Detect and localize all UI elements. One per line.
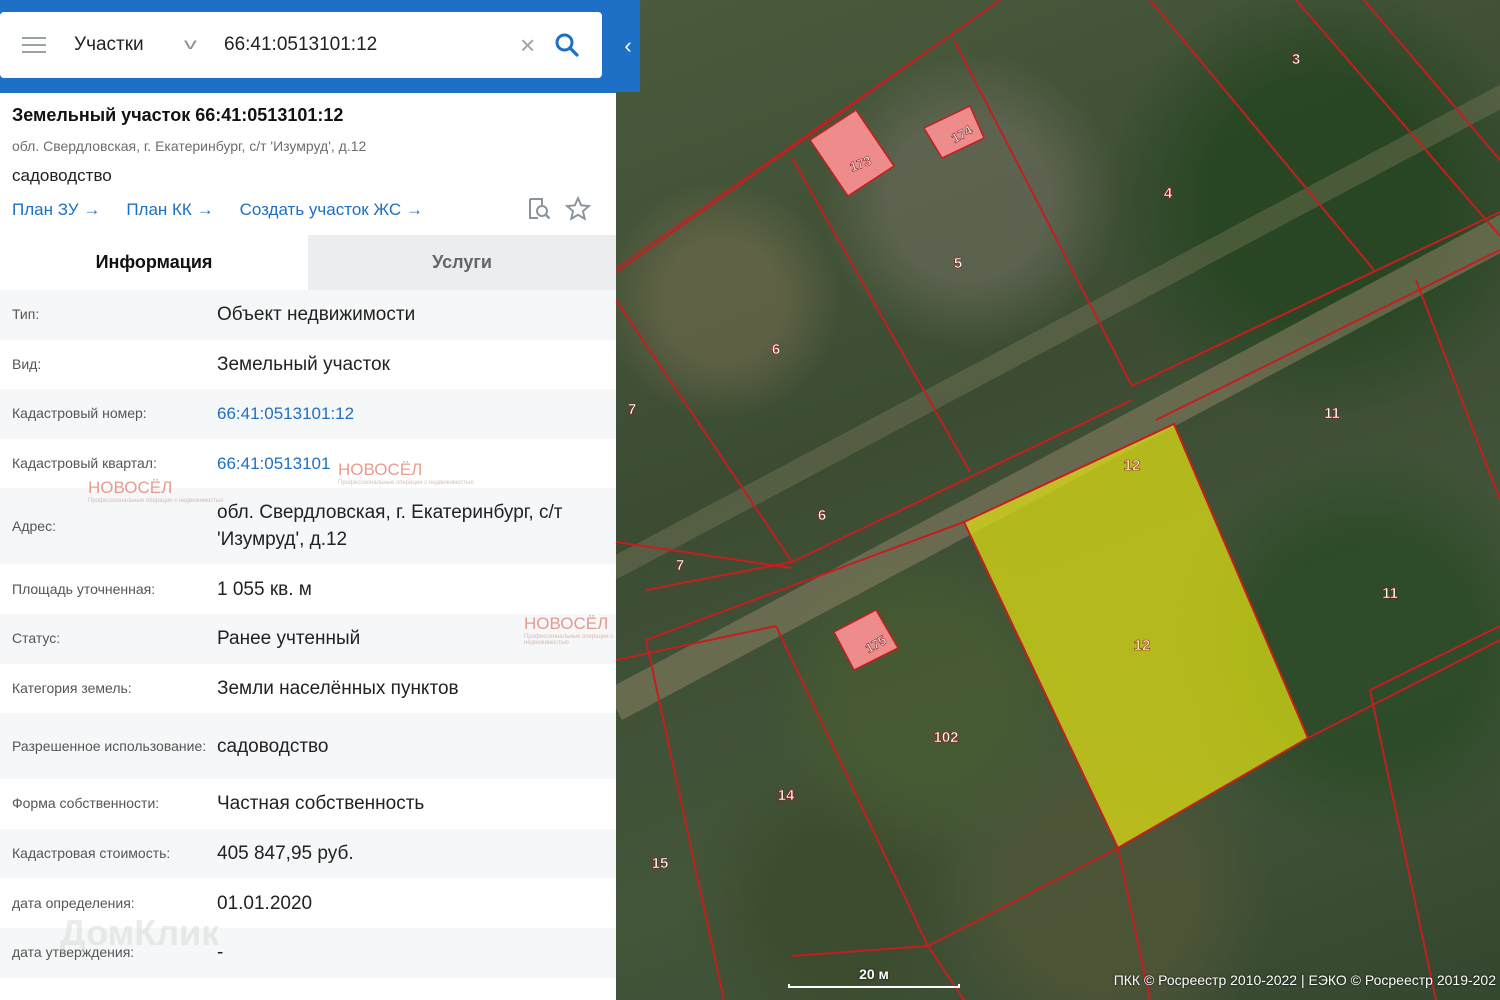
tab-bar: Информация Услуги bbox=[0, 235, 616, 290]
chevron-down-icon[interactable]: v bbox=[184, 36, 216, 54]
create-plot-link[interactable]: Создать участок ЖС → bbox=[240, 200, 423, 220]
app-window: 3 4 5 6 7 11 12 6 7 11 12 175 173 174 10… bbox=[0, 0, 1500, 1000]
map-scale: 20 м bbox=[788, 966, 960, 988]
collapse-panel-button[interactable]: ‹ bbox=[616, 0, 640, 92]
parcel-label-14: 14 bbox=[778, 787, 795, 804]
info-row-kind: Вид: Земельный участок bbox=[0, 339, 616, 390]
row-label: Площадь уточненная: bbox=[12, 580, 156, 597]
cadastral-number-link[interactable]: 66:41:0513101:12 bbox=[217, 400, 604, 427]
row-label: Статус: bbox=[12, 630, 61, 647]
parcel-label-12: 12 bbox=[1134, 637, 1151, 654]
row-label: Тип: bbox=[12, 306, 40, 323]
tab-information[interactable]: Информация bbox=[0, 235, 308, 290]
row-value: 405 847,95 руб. bbox=[217, 843, 354, 865]
star-icon[interactable] bbox=[565, 196, 591, 222]
object-header: Земельный участок 66:41:0513101:12 обл. … bbox=[0, 93, 616, 235]
row-value: Ранее учтенный bbox=[217, 628, 361, 650]
info-row-cadastral-number: Кадастровый номер: 66:41:0513101:12 bbox=[0, 389, 616, 439]
search-box: Участки v × bbox=[0, 12, 602, 78]
info-row-approval-date: дата утверждения: - bbox=[0, 927, 616, 978]
row-label: Форма собственности: bbox=[12, 795, 160, 812]
menu-icon[interactable] bbox=[22, 37, 46, 53]
row-value: садоводство bbox=[217, 735, 329, 757]
object-links: План ЗУ → План КК → Создать участок ЖС → bbox=[12, 196, 604, 221]
info-row-status: Статус: Ранее учтенный bbox=[0, 613, 616, 664]
object-use: садоводство bbox=[12, 166, 112, 185]
cadastral-map[interactable]: 3 4 5 6 7 11 12 6 7 11 12 175 173 174 10… bbox=[616, 0, 1500, 1000]
parcel-label-12-top: 12 bbox=[1124, 457, 1141, 474]
row-value: Частная собственность bbox=[217, 793, 425, 815]
scale-bar bbox=[788, 984, 960, 988]
info-row-cadastral-quarter: Кадастровый квартал: 66:41:0513101 bbox=[0, 438, 616, 489]
row-value: обл. Свердловская, г. Екатеринбург, с/т … bbox=[217, 502, 563, 551]
plan-kk-link[interactable]: План КК → bbox=[126, 200, 213, 220]
row-label: дата определения: bbox=[12, 894, 135, 911]
info-row-determination-date: дата определения: 01.01.2020 bbox=[0, 878, 616, 928]
row-label: Вид: bbox=[12, 355, 42, 372]
info-row-ownership: Форма собственности: Частная собственнос… bbox=[0, 779, 616, 829]
parcel-label-7b: 7 bbox=[676, 557, 684, 574]
info-row-truncated bbox=[0, 977, 616, 1000]
parcel-label-5: 5 bbox=[954, 255, 962, 272]
row-label: Категория земель: bbox=[12, 679, 132, 696]
parcel-label-3: 3 bbox=[1292, 51, 1300, 68]
info-row-land-category: Категория земель: Земли населённых пункт… bbox=[0, 663, 616, 714]
tab-services[interactable]: Услуги bbox=[308, 235, 616, 290]
row-label: Адрес: bbox=[12, 517, 56, 534]
document-search-icon[interactable] bbox=[526, 196, 552, 222]
category-select[interactable]: Участки bbox=[74, 34, 184, 56]
row-value: Земли населённых пунктов bbox=[217, 677, 459, 699]
parcel-label-6: 6 bbox=[772, 341, 780, 358]
info-panel: Участки v × Земельный участок 66:41:0513… bbox=[0, 0, 616, 1000]
scale-label: 20 м bbox=[859, 966, 889, 982]
search-header: Участки v × bbox=[0, 0, 616, 93]
row-value: Объект недвижимости bbox=[217, 304, 416, 326]
search-input[interactable] bbox=[224, 34, 514, 56]
parcel-layer: 3 4 5 6 7 11 12 6 7 11 12 175 173 174 10… bbox=[616, 0, 1500, 1000]
map-attribution: ПКК © Росреестр 2010-2022 | ЕЭКО © Росре… bbox=[1113, 972, 1496, 988]
plan-zu-link[interactable]: План ЗУ → bbox=[12, 200, 100, 220]
row-value: 1 055 кв. м bbox=[217, 578, 312, 600]
row-value: 01.01.2020 bbox=[217, 892, 313, 914]
row-label: Разрешенное использование: bbox=[12, 737, 207, 754]
search-icon[interactable] bbox=[554, 32, 580, 58]
chevron-left-icon: ‹ bbox=[624, 33, 632, 58]
row-label: дата утверждения: bbox=[12, 944, 135, 961]
row-label: Кадастровая стоимость: bbox=[12, 845, 171, 862]
parcel-label-15: 15 bbox=[652, 855, 669, 872]
parcel-label-6b: 6 bbox=[818, 507, 826, 524]
info-row-permitted-use: Разрешенное использование: садоводство bbox=[0, 713, 616, 780]
row-label: Кадастровый номер: bbox=[12, 405, 147, 422]
info-row-area: Площадь уточненная: 1 055 кв. м bbox=[0, 564, 616, 614]
parcel-label-11: 11 bbox=[1324, 405, 1340, 422]
info-row-address: Адрес: обл. Свердловская, г. Екатеринбур… bbox=[0, 488, 616, 565]
object-title: Земельный участок 66:41:0513101:12 bbox=[12, 105, 344, 125]
cadastral-quarter-link[interactable]: 66:41:0513101 bbox=[217, 450, 604, 477]
row-label: Кадастровый квартал: bbox=[12, 455, 157, 472]
parcel-label-102: 102 bbox=[933, 729, 958, 746]
parcel-label-11b: 11 bbox=[1382, 585, 1398, 602]
clear-search-icon[interactable]: × bbox=[520, 32, 535, 58]
selected-parcel-12[interactable] bbox=[962, 422, 1310, 850]
row-value: - bbox=[217, 942, 224, 964]
parcel-label-7: 7 bbox=[628, 401, 636, 418]
building-173[interactable] bbox=[808, 108, 896, 198]
info-table: Тип: Объект недвижимости Вид: Земельный … bbox=[0, 290, 616, 1000]
info-row-cadastral-value: Кадастровая стоимость: 405 847,95 руб. bbox=[0, 828, 616, 879]
row-value: Земельный участок bbox=[217, 353, 390, 375]
info-row-type: Тип: Объект недвижимости bbox=[0, 290, 616, 340]
object-address: обл. Свердловская, г. Екатеринбург, с/т … bbox=[12, 138, 367, 154]
parcel-label-4: 4 bbox=[1164, 185, 1173, 202]
